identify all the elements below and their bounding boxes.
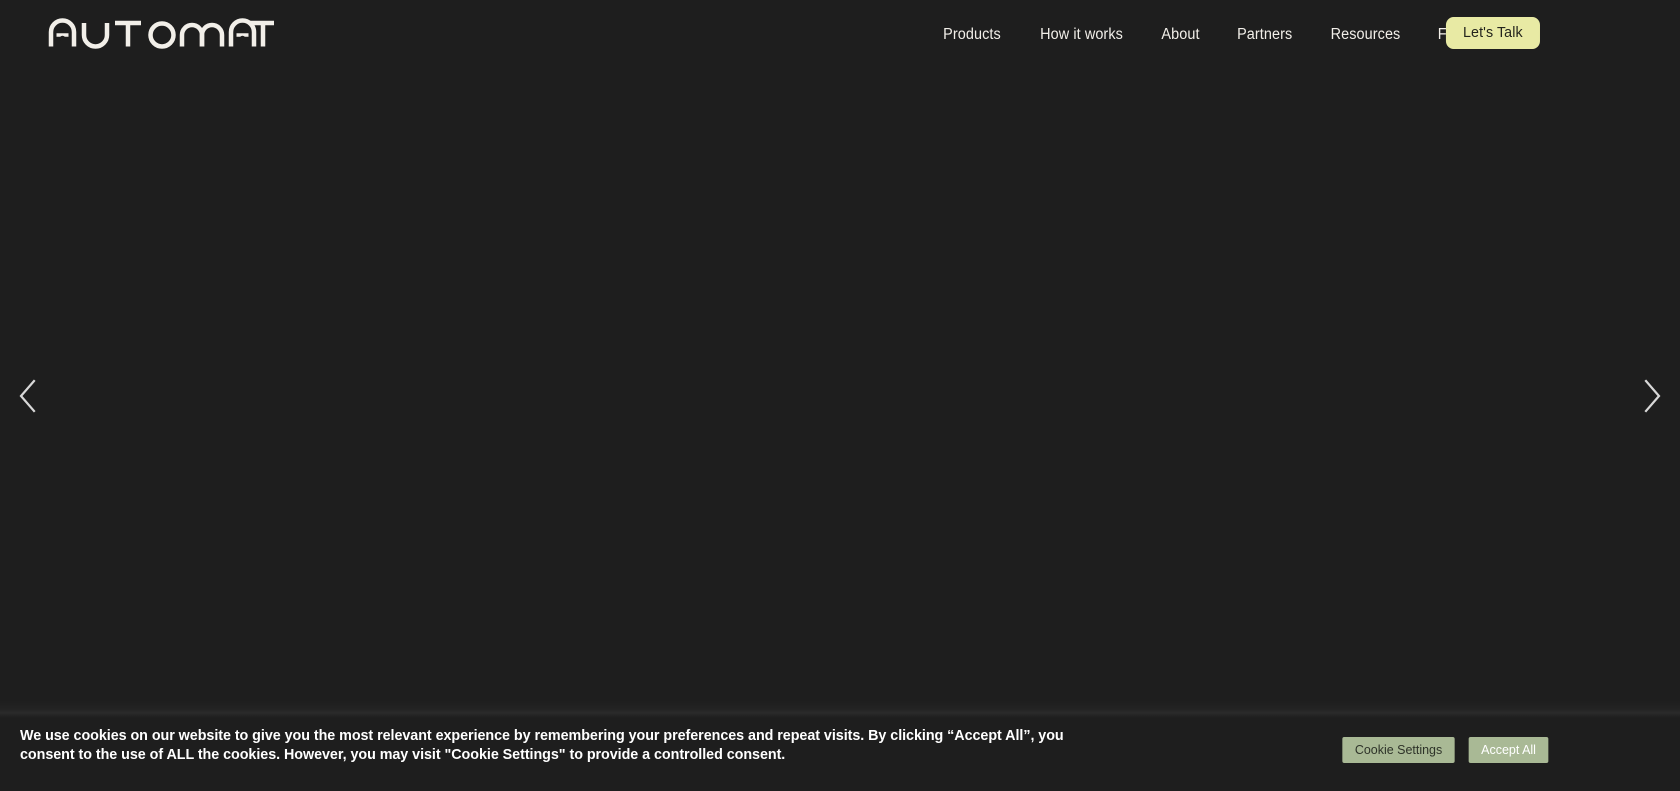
cookie-message-line-2: ALL the cookies. However, you may visit … bbox=[166, 745, 786, 763]
nav-item-partners[interactable]: Partners bbox=[1221, 0, 1308, 70]
nav-item-resources[interactable]: Resources bbox=[1315, 0, 1416, 70]
nav-item-products[interactable]: Products bbox=[927, 0, 1016, 70]
lets-talk-button[interactable]: Let's Talk bbox=[1446, 17, 1540, 49]
carousel-prev-button[interactable] bbox=[8, 370, 48, 422]
carousel-next-button[interactable] bbox=[1632, 370, 1672, 422]
cookie-settings-button[interactable]: Cookie Settings bbox=[1342, 737, 1455, 763]
page-root: Products How it works About Partners Res… bbox=[0, 0, 1680, 791]
site-header: Products How it works About Partners Res… bbox=[0, 0, 1680, 70]
cookie-banner-actions: Cookie Settings Accept All bbox=[1340, 737, 1550, 763]
chevron-left-icon bbox=[19, 379, 36, 413]
hero-carousel bbox=[0, 70, 1680, 713]
main-navigation: Products How it works About Partners Res… bbox=[924, 0, 1475, 70]
nav-item-about[interactable]: About bbox=[1145, 0, 1215, 70]
accept-all-cookies-button[interactable]: Accept All bbox=[1468, 737, 1549, 763]
chevron-right-icon bbox=[1644, 379, 1661, 413]
nav-item-how-it-works[interactable]: How it works bbox=[1024, 0, 1138, 70]
cookie-consent-message: We use cookies on our website to give yo… bbox=[20, 727, 1099, 764]
cookie-consent-banner: We use cookies on our website to give yo… bbox=[0, 718, 1680, 791]
automat-wordmark-logo bbox=[48, 18, 274, 49]
automat-logo[interactable] bbox=[48, 15, 276, 49]
carousel-slide bbox=[0, 70, 1680, 713]
